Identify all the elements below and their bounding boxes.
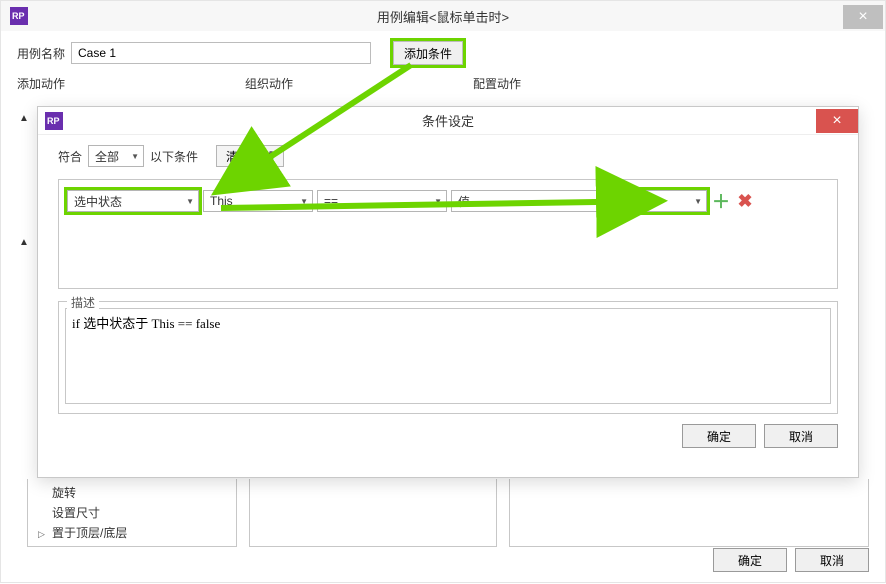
value-type-select[interactable]: 值 ▼ [451,190,603,212]
tab-add-action[interactable]: 添加动作 [17,75,65,92]
condition-button-row: 确定 取消 [38,414,858,448]
description-fieldset: 描述 [58,301,838,414]
chevron-down-icon: ▼ [590,197,598,206]
match-mode-value: 全部 [95,148,119,165]
condition-cancel-button[interactable]: 取消 [764,424,838,448]
value-type-value: 值 [458,193,470,210]
window-title: 用例编辑<鼠标单击时> [377,7,509,26]
add-row-icon[interactable]: ＋ [711,191,731,211]
condition-title: 条件设定 [422,111,474,130]
match-mode-select[interactable]: 全部 ▼ [88,145,144,167]
remove-row-icon[interactable]: ✖ [735,191,755,211]
main-cancel-button[interactable]: 取消 [795,548,869,572]
chevron-down-icon: ▼ [186,197,194,206]
case-name-input[interactable] [71,42,371,64]
condition-row: 选中状态 ▼ This ▼ == ▼ 值 ▼ false ▼ ＋ ✖ [67,190,829,212]
condition-titlebar: RP 条件设定 × [38,107,858,135]
case-name-label: 用例名称 [17,45,65,62]
tab-organize[interactable]: 组织动作 [245,75,293,92]
app-icon: RP [7,4,31,28]
expand-tri-icon[interactable]: ▲ [19,113,29,124]
description-text [65,308,831,404]
field-value: 选中状态 [74,193,122,210]
organize-panel [249,479,497,547]
close-icon[interactable]: × [816,109,858,133]
match-prefix-label: 符合 [58,148,82,165]
tab-configure[interactable]: 配置动作 [473,75,521,92]
configure-panel [509,479,869,547]
chevron-down-icon: ▼ [694,197,702,206]
value-value: false [614,194,639,208]
close-icon[interactable]: × [843,5,883,29]
operator-value: == [324,194,338,208]
main-ok-button[interactable]: 确定 [713,548,787,572]
target-value: This [210,194,233,208]
chevron-down-icon: ▼ [131,152,139,161]
add-condition-button[interactable]: 添加条件 [393,41,463,65]
conditions-area: 选中状态 ▼ This ▼ == ▼ 值 ▼ false ▼ ＋ ✖ [58,179,838,289]
clear-all-button[interactable]: 清除全部 [216,145,284,167]
match-row: 符合 全部 ▼ 以下条件 清除全部 [38,135,858,173]
expand-tri-icon[interactable]: ▲ [19,237,29,248]
case-name-row: 用例名称 添加条件 [1,31,885,73]
field-select[interactable]: 选中状态 ▼ [67,190,199,212]
section-tabs: 添加动作 组织动作 配置动作 [1,73,885,94]
actions-tree-panel: 旋转 设置尺寸 置于顶层/底层 [27,479,237,547]
tree-item[interactable]: 置于顶层/底层 [38,523,218,544]
tree-item[interactable]: 旋转 [38,483,218,503]
chevron-down-icon: ▼ [300,197,308,206]
description-legend: 描述 [67,294,99,311]
condition-dialog: RP 条件设定 × 符合 全部 ▼ 以下条件 清除全部 选中状态 ▼ This … [37,106,859,478]
target-select[interactable]: This ▼ [203,190,313,212]
tree-item[interactable]: 设置尺寸 [38,503,218,523]
value-select[interactable]: false ▼ [607,190,707,212]
operator-select[interactable]: == ▼ [317,190,447,212]
main-button-row: 确定 取消 [713,548,869,572]
app-icon: RP [42,109,66,133]
main-titlebar: RP 用例编辑<鼠标单击时> × [1,1,885,31]
condition-ok-button[interactable]: 确定 [682,424,756,448]
match-suffix-label: 以下条件 [150,148,198,165]
chevron-down-icon: ▼ [434,197,442,206]
